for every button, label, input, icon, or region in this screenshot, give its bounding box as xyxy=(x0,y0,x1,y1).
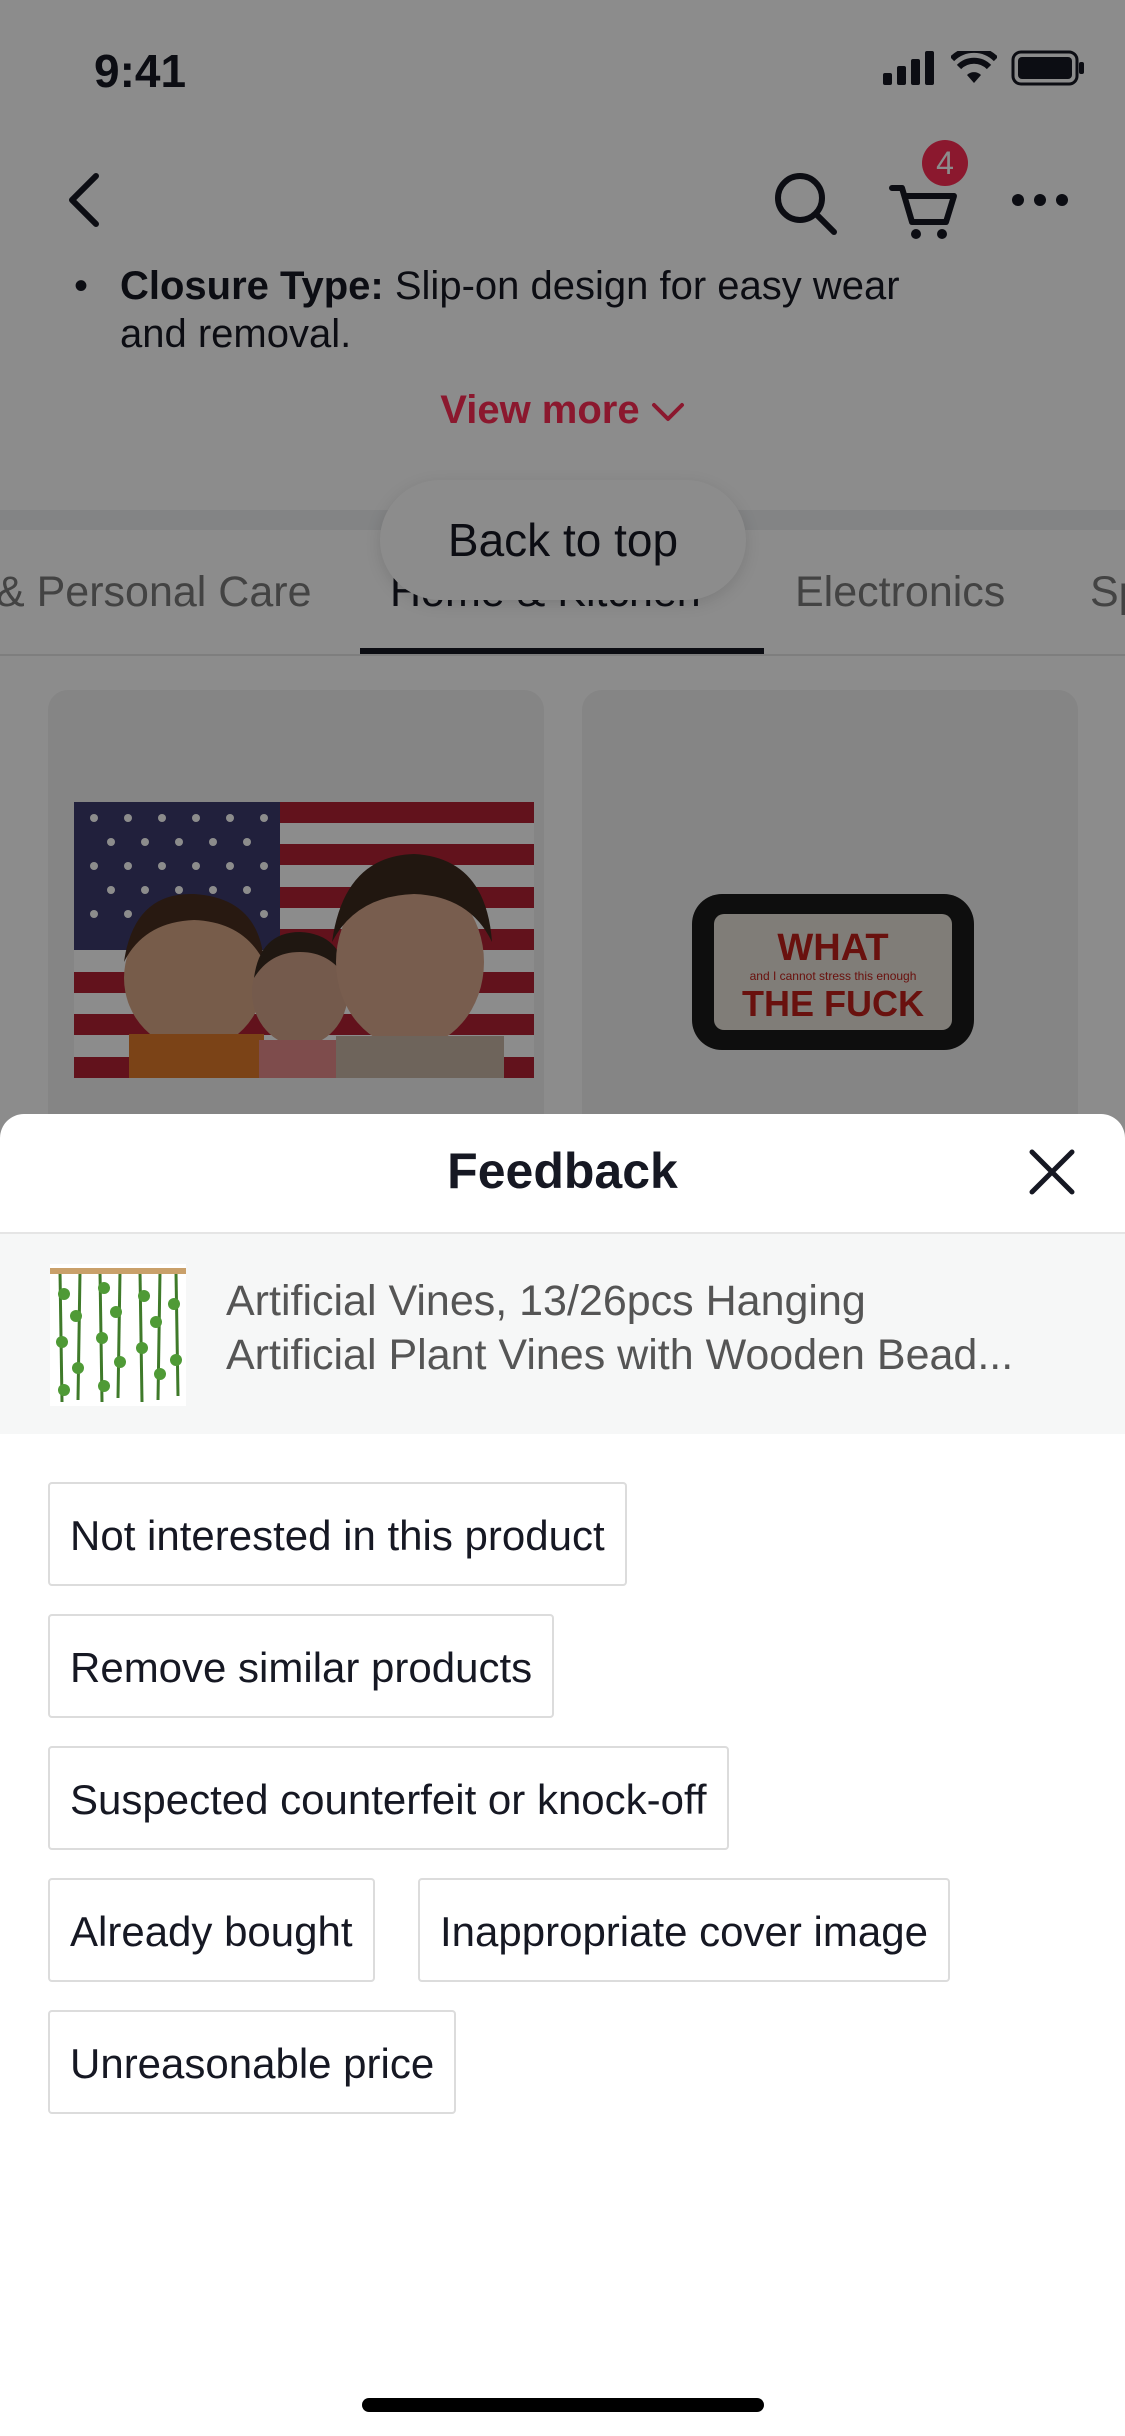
reason-inappropriate-image[interactable]: Inappropriate cover image xyxy=(418,1878,950,1982)
feedback-product: Artificial Vines, 13/26pcs Hanging Artif… xyxy=(0,1234,1125,1434)
reason-not-interested[interactable]: Not interested in this product xyxy=(48,1482,627,1586)
reason-unreasonable-price[interactable]: Unreasonable price xyxy=(48,2010,457,2114)
product-title-line1: Artificial Vines, 13/26pcs Hanging xyxy=(226,1277,866,1325)
product-title-line2: Artificial Plant Vines with Wooden Bead.… xyxy=(226,1331,1014,1379)
reason-already-bought[interactable]: Already bought xyxy=(48,1878,375,1982)
feedback-sheet: Feedback Artificial Vines, 13/26pcs Hang… xyxy=(0,1114,1125,2436)
close-icon[interactable] xyxy=(1026,1146,1078,1198)
product-title: Artificial Vines, 13/26pcs Hanging Artif… xyxy=(226,1274,1086,1382)
sheet-title: Feedback xyxy=(447,1143,678,1199)
home-indicator[interactable] xyxy=(362,2398,764,2412)
product-thumbnail xyxy=(50,1264,186,1406)
reason-counterfeit[interactable]: Suspected counterfeit or knock-off xyxy=(48,1746,729,1850)
reason-remove-similar[interactable]: Remove similar products xyxy=(48,1614,555,1718)
